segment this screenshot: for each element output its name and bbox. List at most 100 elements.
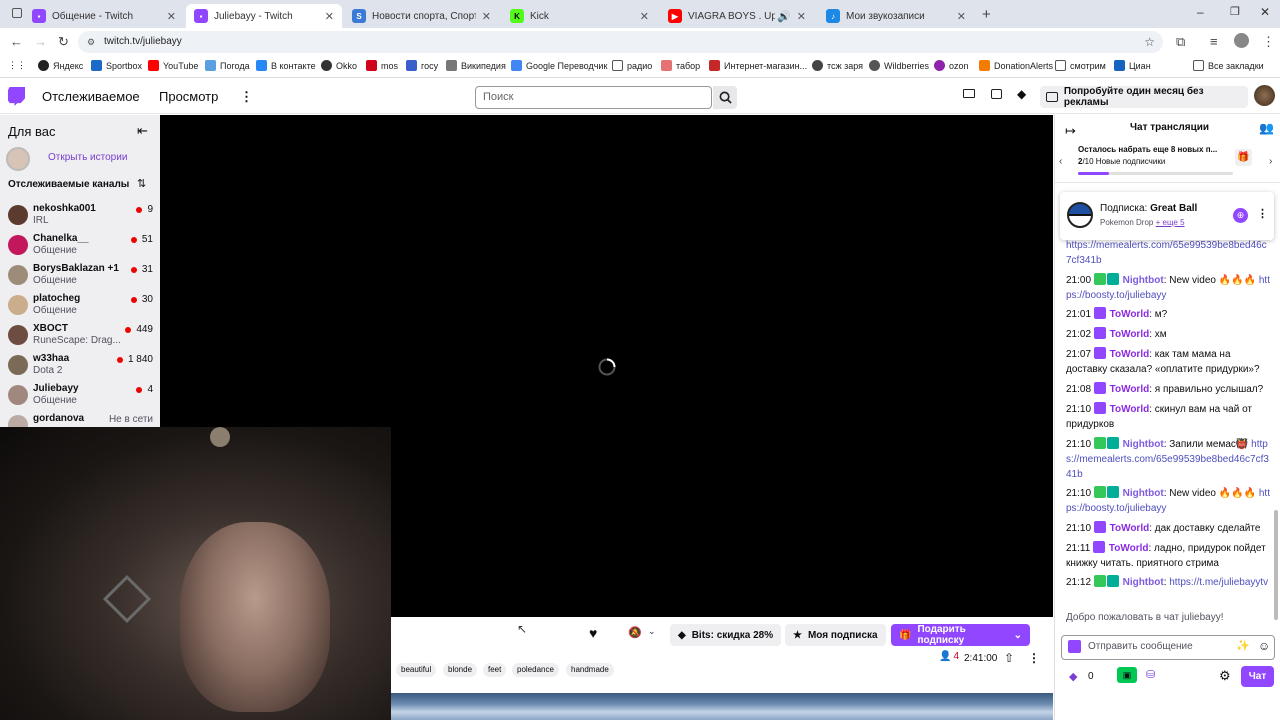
sidebar-channel[interactable]: platocheg Общение 30 (0, 291, 160, 321)
extensions-icon[interactable]: ⧉ (1176, 34, 1185, 50)
bookmark[interactable]: mos (366, 60, 398, 71)
stream-tag[interactable]: poledance (512, 663, 559, 677)
bookmark[interactable]: Циан (1114, 60, 1151, 71)
bookmark[interactable]: Погода (205, 60, 250, 71)
prediction-icon[interactable]: ⛁ (1146, 668, 1155, 681)
follow-heart-icon[interactable]: ♥ (589, 625, 597, 641)
stream-tag[interactable]: beautiful (396, 663, 437, 677)
bookmark[interactable]: В контакте (256, 60, 316, 71)
browser-tab[interactable]: ▶ VIAGRA BOYS . Upside Bac 🔊 ✕ (660, 4, 814, 28)
collapse-sidebar-icon[interactable]: ⇤ (137, 123, 148, 139)
all-bookmarks[interactable]: Все закладки (1193, 60, 1264, 71)
ad-free-promo-button[interactable]: Попробуйте один месяц без рекламы (1040, 86, 1248, 108)
stream-tag[interactable]: blonde (443, 663, 478, 677)
search-input[interactable]: Поиск (475, 86, 712, 109)
bookmark[interactable]: радио (612, 60, 652, 71)
bonus-chest-icon[interactable]: ▣ (1117, 667, 1137, 683)
user-avatar[interactable] (1254, 85, 1275, 106)
bookmark[interactable]: ozon (934, 60, 969, 71)
reload-icon[interactable]: ↻ (58, 34, 69, 50)
nav-following[interactable]: Отслеживаемое (42, 89, 140, 104)
collapse-chat-icon[interactable]: ↦ (1065, 123, 1076, 139)
bookmark[interactable]: табор (661, 60, 700, 71)
bookmark[interactable]: Okko (321, 60, 357, 71)
drop-more-link[interactable]: + еще 5 (1156, 218, 1185, 227)
more-icon[interactable]: ⋮ (240, 89, 253, 105)
chat-scrollbar[interactable] (1274, 510, 1278, 620)
globe-icon[interactable]: ⊕ (1233, 208, 1248, 223)
browser-tab[interactable]: S Новости спорта, Спортивная ✕ (344, 4, 499, 28)
chevron-down-icon[interactable]: ⌄ (648, 626, 656, 637)
search-button[interactable] (713, 86, 737, 109)
more-options-icon[interactable]: ⋮ (1028, 651, 1040, 665)
bookmark[interactable]: смотрим (1055, 60, 1106, 71)
browser-tab[interactable]: ♪ Мои звукозаписи ✕ (818, 4, 974, 28)
stream-tag[interactable]: feet (483, 663, 507, 677)
maximize-button[interactable]: ❐ (1230, 5, 1240, 18)
browser-tab[interactable]: K Kick ✕ (502, 4, 657, 28)
whispers-icon[interactable] (991, 89, 1002, 99)
bookmark-star-icon[interactable]: ☆ (1144, 31, 1155, 53)
community-icon[interactable]: 👥 (1259, 121, 1274, 135)
stories-avatar[interactable] (6, 147, 30, 171)
bookmark[interactable]: Google Переводчик (511, 60, 607, 71)
close-icon[interactable]: ✕ (797, 10, 806, 23)
pokemon-drop-card[interactable]: Подписка: Great Ball Pokemon Drop + еще … (1060, 192, 1274, 240)
my-subscription-button[interactable]: ★ Моя подписка (785, 624, 886, 646)
forward-icon[interactable]: → (34, 34, 47, 49)
close-icon[interactable]: ✕ (957, 10, 966, 23)
chat-settings-icon[interactable]: ⚙ (1219, 668, 1231, 684)
browser-tab[interactable]: ▪ Общение - Twitch ✕ (24, 4, 184, 28)
sort-icon[interactable]: ⇅ (137, 177, 146, 190)
close-icon[interactable]: ✕ (167, 10, 176, 23)
bookmark[interactable]: Интернет-магазин... (709, 60, 807, 71)
inbox-icon[interactable] (963, 89, 975, 98)
nav-browse[interactable]: Просмотр (159, 89, 218, 104)
open-stories-link[interactable]: Открыть истории (48, 152, 127, 163)
more-options-icon[interactable]: ⋮ (1257, 207, 1268, 220)
bookmark[interactable]: YouTube (148, 60, 198, 71)
gift-icon[interactable]: 🎁 (1235, 149, 1252, 166)
chevron-right-icon[interactable]: › (1269, 156, 1272, 167)
notifications-off-icon[interactable]: 🔕 (628, 626, 642, 639)
bookmark[interactable]: тсж заря (812, 60, 863, 71)
speaker-icon[interactable]: 🔊 (777, 10, 791, 23)
bookmark[interactable]: Википедия (446, 60, 506, 71)
close-icon[interactable]: ✕ (325, 10, 334, 23)
back-icon[interactable]: ← (10, 34, 23, 49)
minimize-button[interactable]: – (1197, 5, 1204, 19)
browser-tab-active[interactable]: ▪ Juliebayy - Twitch ✕ (186, 4, 342, 28)
bookmark[interactable]: DonationAlerts (979, 60, 1053, 71)
site-info-icon[interactable]: ⚙ (87, 31, 95, 53)
twitch-logo[interactable] (8, 87, 25, 106)
chevron-left-icon[interactable]: ‹ (1059, 156, 1062, 167)
sidebar-channel[interactable]: nekoshka001 IRL 9 (0, 201, 160, 231)
sidebar-channel[interactable]: Chanelka__ Общение 51 (0, 231, 160, 261)
bits-discount-button[interactable]: ◆ Bits: скидка 28% (670, 624, 782, 646)
stream-tag[interactable]: handmade (566, 663, 614, 677)
magic-icon[interactable]: ✨ (1236, 639, 1250, 652)
share-icon[interactable]: ⇧ (1004, 651, 1014, 665)
new-tab-button[interactable]: + (982, 6, 991, 23)
close-window-button[interactable]: ✕ (1260, 5, 1270, 19)
close-icon[interactable]: ✕ (640, 10, 649, 23)
profile-avatar[interactable] (1234, 33, 1249, 48)
menu-icon[interactable]: ⋮ (1262, 34, 1275, 50)
sidebar-channel[interactable]: BorysBaklazan +1 Общение 31 (0, 261, 160, 291)
media-icon[interactable]: ≡ (1210, 34, 1218, 49)
sidebar-channel[interactable]: w33haa Dota 2 1 840 (0, 351, 160, 381)
channel-points-icon[interactable]: ◆ (1069, 670, 1077, 683)
emote-icon[interactable]: ☺ (1258, 639, 1270, 653)
subscriber-badge-icon[interactable] (1068, 640, 1081, 653)
url-field[interactable]: ⚙ twitch.tv/juliebayy ☆ (78, 31, 1163, 53)
close-icon[interactable]: ✕ (482, 10, 491, 23)
chat-input[interactable]: Отправить сообщение ✨ ☺ (1061, 635, 1275, 660)
sidebar-channel[interactable]: XBOCT RuneScape: Drag... 449 (0, 321, 160, 351)
bookmark[interactable]: Wildberries (869, 60, 929, 71)
bookmark[interactable]: госу (406, 60, 438, 71)
bits-icon[interactable]: ◆ (1017, 87, 1026, 101)
bookmark[interactable]: Яндекс (38, 60, 83, 71)
gift-subscription-button[interactable]: 🎁 Подарить подписку ⌄ (891, 624, 1030, 646)
sidebar-channel[interactable]: Juliebayy Общение 4 (0, 381, 160, 411)
apps-icon[interactable]: ⋮⋮ (8, 60, 26, 71)
